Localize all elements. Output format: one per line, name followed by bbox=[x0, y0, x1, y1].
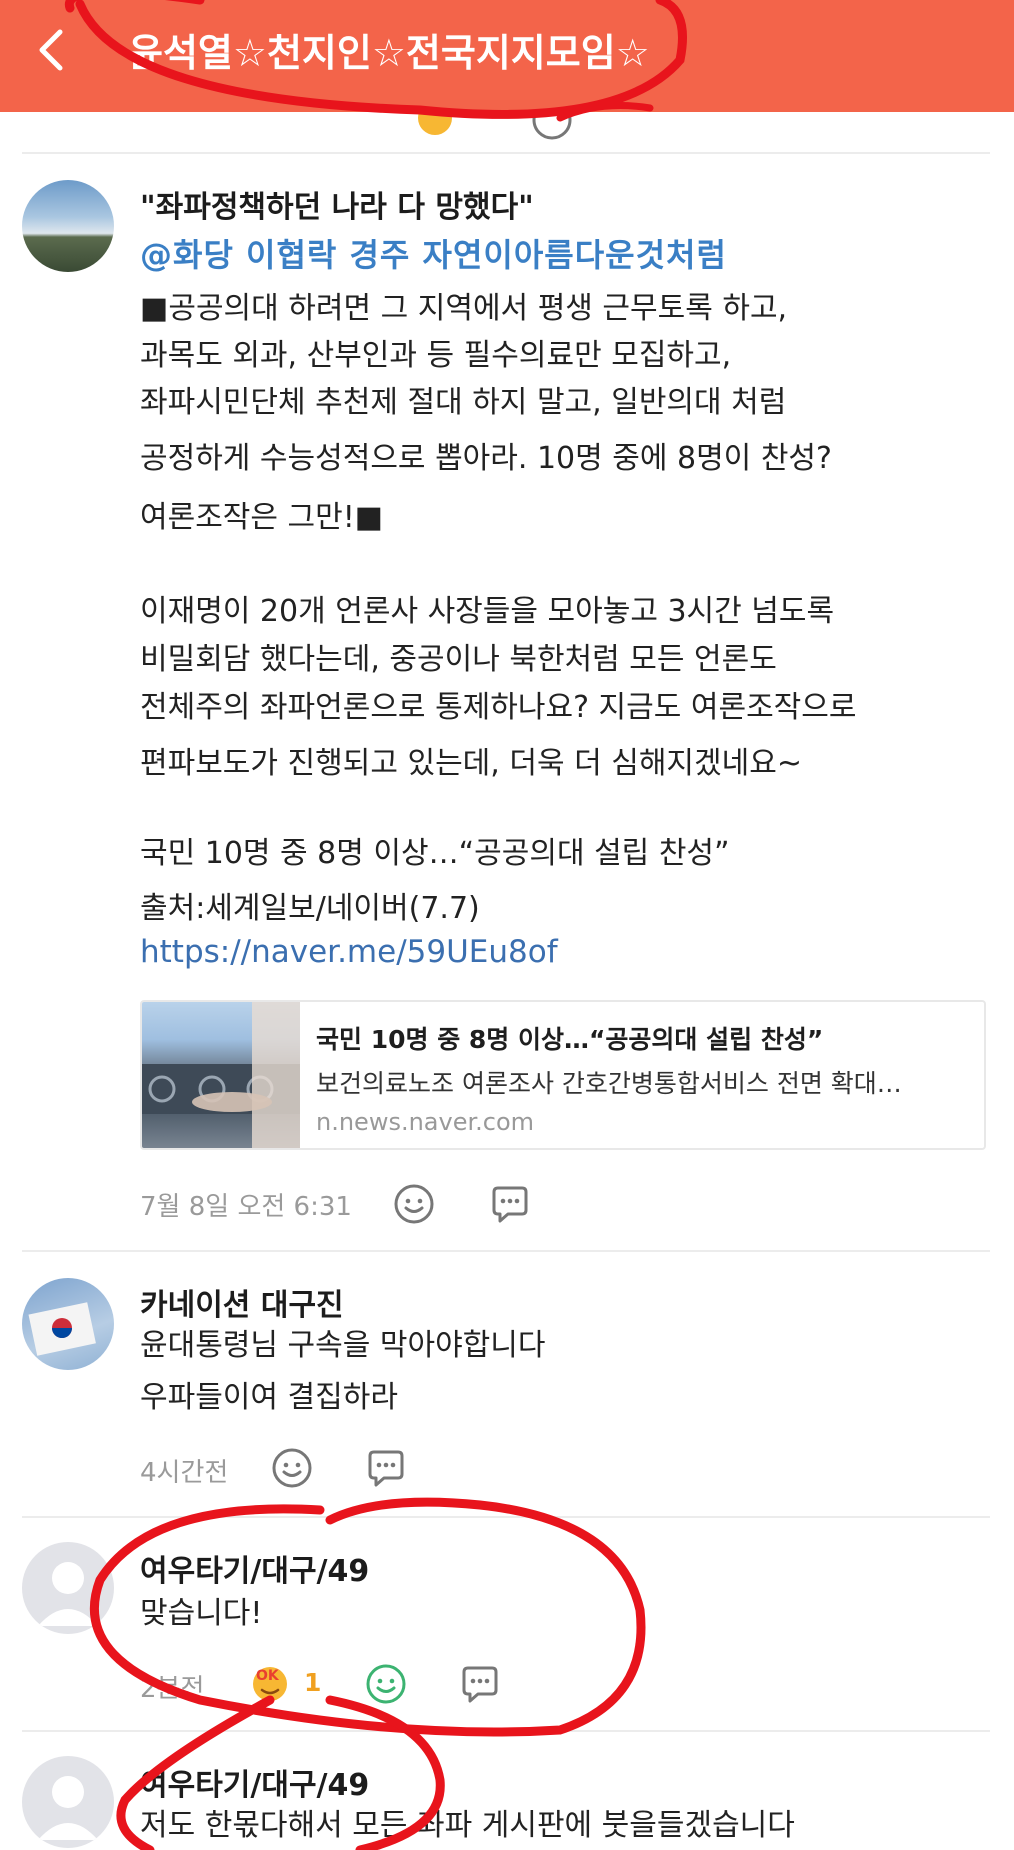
post-line: 좌파시민단체 추천제 절대 하지 말고, 일반의대 처럼 bbox=[140, 385, 787, 420]
post-line: 공정하게 수능성적으로 뽑아라. 10명 중에 8명이 찬성? bbox=[140, 441, 832, 476]
link-thumbnail bbox=[142, 1002, 300, 1148]
svg-text:OK: OK bbox=[256, 1668, 280, 1684]
comment-line: 저도 한몫다해서 모든 좌파 게시판에 붓을들겠습니다 bbox=[140, 1808, 795, 1843]
divider bbox=[22, 152, 990, 154]
link-preview-card[interactable]: 국민 10명 중 8명 이상…“공공의대 설립 찬성” 보건의료노조 여론조사 … bbox=[140, 1000, 986, 1150]
comment-author[interactable]: 여우타기/대구/49 bbox=[140, 1760, 369, 1804]
divider bbox=[22, 1516, 990, 1518]
speech-bubble-icon[interactable] bbox=[488, 1182, 532, 1226]
post-line: 과목도 외과, 산부인과 등 필수의료만 모집하고, bbox=[140, 338, 732, 373]
comment-timestamp: 2분전 bbox=[140, 1674, 205, 1704]
card-title: 국민 10명 중 8명 이상…“공공의대 설립 찬성” bbox=[316, 1025, 824, 1054]
app-header: 윤석열☆천지인☆전국지지모임☆ bbox=[0, 0, 1014, 112]
divider bbox=[22, 1730, 990, 1732]
comment-timestamp: 4시간전 bbox=[140, 1458, 229, 1488]
post-line: 여론조작은 그만!■ bbox=[140, 500, 384, 535]
smiley-icon[interactable] bbox=[392, 1182, 436, 1226]
post-link[interactable]: https://naver.me/59UEu8of bbox=[140, 934, 558, 970]
avatar[interactable] bbox=[22, 180, 114, 272]
comment-author[interactable]: 여우타기/대구/49 bbox=[140, 1546, 369, 1590]
mention-text[interactable]: @화당 이협락 경주 자연이아름다운것처럼 bbox=[140, 230, 727, 276]
avatar[interactable] bbox=[22, 1756, 114, 1848]
smiley-icon[interactable] bbox=[364, 1662, 408, 1706]
divider bbox=[22, 1250, 990, 1252]
reaction-count: 1 bbox=[304, 1668, 322, 1697]
card-description: 보건의료노조 여론조사 간호간병통합서비스 전면 확대… bbox=[316, 1069, 902, 1098]
chevron-left-icon[interactable] bbox=[22, 20, 82, 80]
post-timestamp: 7월 8일 오전 6:31 bbox=[140, 1192, 352, 1222]
post-line: 비밀회담 했다는데, 중공이나 북한처럼 모든 언론도 bbox=[140, 642, 777, 677]
avatar[interactable] bbox=[22, 1278, 114, 1370]
comment-line: 맞습니다! bbox=[140, 1596, 263, 1631]
post-line: ■공공의대 하려면 그 지역에서 평생 근무토록 하고, bbox=[140, 291, 788, 326]
post-line: 출처:세계일보/네이버(7.7) bbox=[140, 891, 480, 926]
ok-emoji-icon[interactable]: OK bbox=[248, 1660, 292, 1704]
post-author[interactable]: "좌파정책하던 나라 다 망했다" bbox=[140, 182, 534, 226]
speech-bubble-icon[interactable] bbox=[458, 1662, 502, 1706]
comment-line: 윤대통령님 구속을 막아야합니다 bbox=[140, 1328, 546, 1363]
speech-bubble-icon[interactable] bbox=[364, 1446, 408, 1490]
previous-comment-actions bbox=[0, 112, 1014, 152]
card-domain: n.news.naver.com bbox=[316, 1108, 535, 1136]
comment-line: 우파들이여 결집하라 bbox=[140, 1380, 398, 1415]
post-line: 국민 10명 중 8명 이상…“공공의대 설립 찬성” bbox=[140, 836, 730, 871]
post-line: 이재명이 20개 언론사 사장들을 모아놓고 3시간 넘도록 bbox=[140, 594, 835, 629]
smiley-icon[interactable] bbox=[530, 112, 574, 142]
ok-emoji-icon bbox=[418, 112, 452, 135]
post-line: 전체주의 좌파언론으로 통제하나요? 지금도 여론조작으로 bbox=[140, 690, 857, 725]
avatar[interactable] bbox=[22, 1542, 114, 1634]
post-line: 편파보도가 진행되고 있는데, 더욱 더 심해지겠네요~ bbox=[140, 746, 802, 781]
page-title: 윤석열☆천지인☆전국지지모임☆ bbox=[128, 31, 650, 75]
comment-author[interactable]: 카네이션 대구진 bbox=[140, 1280, 344, 1324]
smiley-icon[interactable] bbox=[270, 1446, 314, 1490]
